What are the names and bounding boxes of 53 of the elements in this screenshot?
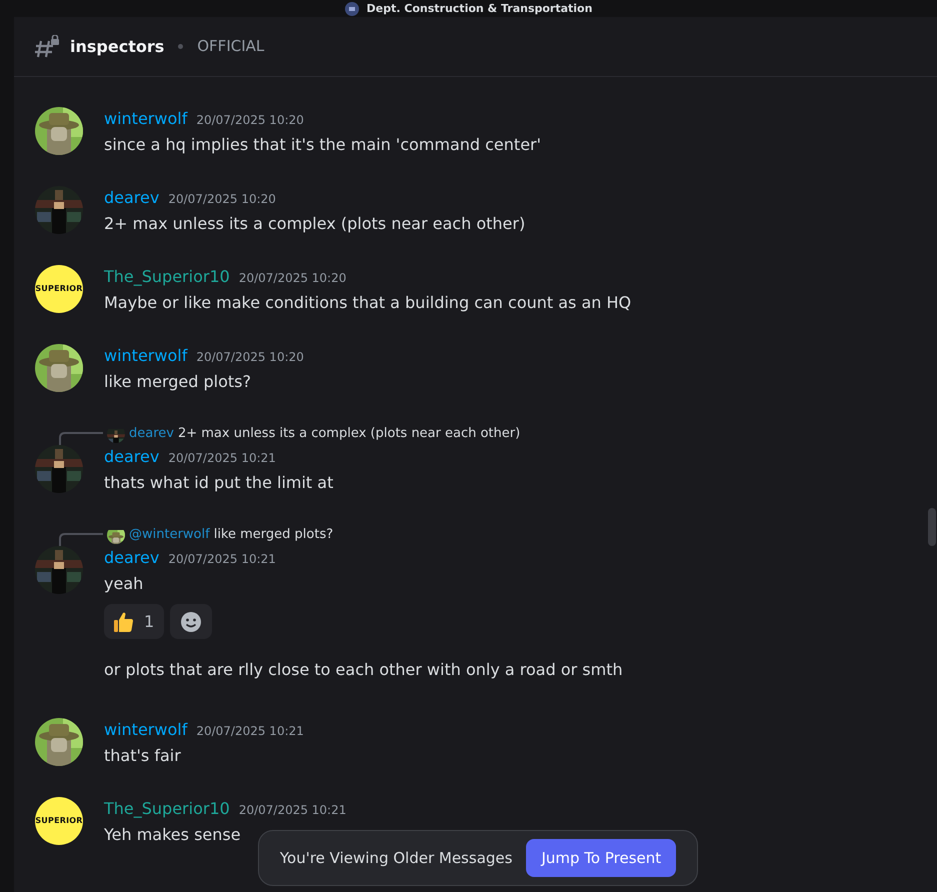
username[interactable]: winterwolf	[104, 718, 188, 742]
message-text: Yeh makes sense	[104, 824, 241, 846]
reply-connector	[59, 432, 103, 445]
timestamp: 20/07/2025 10:21	[196, 723, 304, 740]
timestamp: 20/07/2025 10:20	[238, 270, 346, 287]
avatar[interactable]	[35, 445, 83, 493]
message-text: yeah	[104, 573, 144, 595]
message-text: or plots that are rlly close to each other with only a road or smth	[104, 659, 623, 681]
message-text: since a hq implies that it's the main 'command center'	[104, 134, 542, 156]
reply-connector	[59, 533, 103, 546]
thumbs-up-icon	[112, 610, 136, 634]
avatar[interactable]	[35, 186, 83, 234]
timestamp: 20/07/2025 10:20	[196, 112, 304, 129]
timestamp: 20/07/2025 10:20	[196, 349, 304, 366]
timestamp: 20/07/2025 10:21	[238, 802, 346, 819]
timestamp: 20/07/2025 10:21	[168, 450, 276, 467]
server-title: Dept. Construction & Transportation	[366, 3, 592, 14]
server-icon	[344, 2, 359, 16]
username[interactable]: dearev	[104, 546, 160, 570]
avatar[interactable]: SUPERIOR	[35, 797, 83, 845]
jump-to-present-button[interactable]: Jump To Present	[526, 839, 676, 877]
reaction-button[interactable]: 1	[104, 604, 164, 639]
reply-author[interactable]: dearev	[129, 424, 174, 444]
message-text: that's fair	[104, 745, 181, 767]
scrollbar-thumb[interactable]	[928, 508, 936, 546]
banner-text: You're Viewing Older Messages	[280, 848, 512, 869]
channel-name: inspectors	[70, 36, 164, 58]
avatar-label: SUPERIOR	[35, 815, 83, 827]
username[interactable]: winterwolf	[104, 344, 188, 368]
avatar-label: SUPERIOR	[35, 283, 83, 295]
avatar[interactable]	[35, 718, 83, 766]
add-reaction-button[interactable]	[170, 604, 212, 639]
reply-preview[interactable]: 2+ max unless its a complex (plots near each other)	[178, 424, 520, 444]
username[interactable]: dearev	[104, 445, 160, 469]
username[interactable]: The_Superior10	[104, 265, 230, 289]
reply-author[interactable]: @winterwolf	[129, 525, 210, 545]
avatar[interactable]	[35, 546, 83, 594]
message-text: like merged plots?	[104, 371, 251, 393]
locked-channel-icon	[34, 34, 60, 58]
message-text: Maybe or like make conditions that a building can count as an HQ	[104, 292, 632, 314]
username[interactable]: The_Superior10	[104, 797, 230, 821]
username[interactable]: winterwolf	[104, 107, 188, 131]
smiley-icon	[180, 610, 202, 632]
reply-preview[interactable]: like merged plots?	[214, 525, 334, 545]
username[interactable]: dearev	[104, 186, 160, 210]
timestamp: 20/07/2025 10:21	[168, 551, 276, 568]
message-text: 2+ max unless its a complex (plots near each other)	[104, 213, 526, 235]
timestamp: 20/07/2025 10:20	[168, 191, 276, 208]
avatar[interactable]: SUPERIOR	[35, 265, 83, 313]
avatar[interactable]	[35, 344, 83, 392]
message-text: thats what id put the limit at	[104, 472, 334, 494]
avatar[interactable]	[35, 107, 83, 155]
channel-tag: OFFICIAL	[197, 35, 264, 58]
